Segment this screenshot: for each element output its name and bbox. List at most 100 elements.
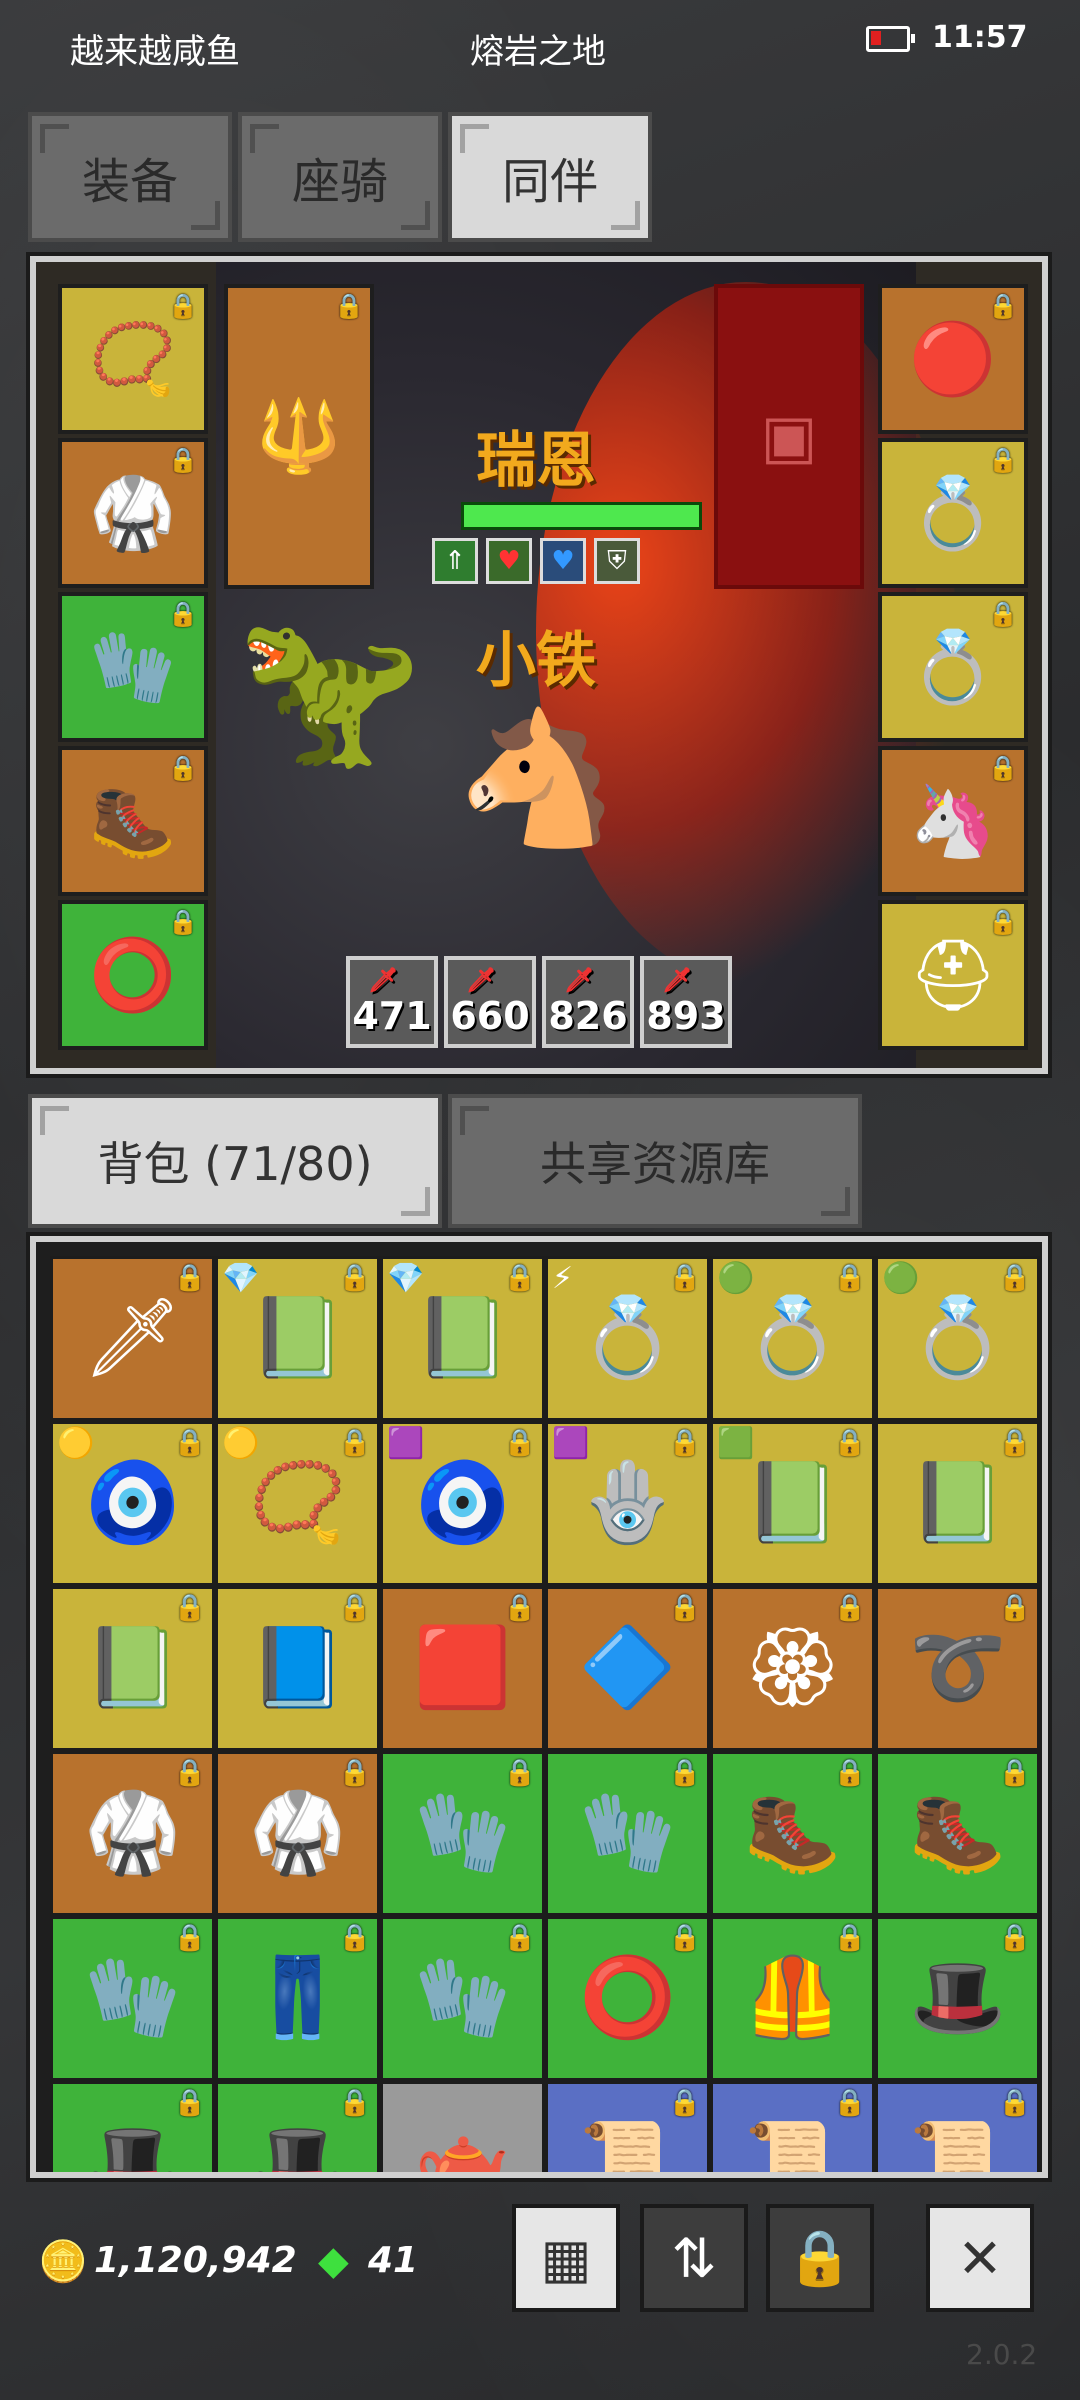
inventory-slot[interactable]: 🧤 🔒 xyxy=(50,1916,215,2081)
hero-sprite: 🦖 xyxy=(236,603,423,777)
equip-slot-ring-2[interactable]: 💍 🔒 xyxy=(878,592,1028,742)
inventory-slot[interactable]: 🏵 🔒 xyxy=(710,1586,875,1751)
tab-equipment[interactable]: 装备 xyxy=(28,112,232,242)
tab-label: 背包 (71/80) xyxy=(97,1137,373,1191)
equip-slot-ring-1[interactable]: 💍 🔒 xyxy=(878,438,1028,588)
blue-gem-necklace-icon: 🔷 xyxy=(578,1623,677,1713)
inventory-slot[interactable]: 🧤 🔒 xyxy=(380,1916,545,2081)
clock: 11:57 xyxy=(932,20,1028,55)
lightning-gem-icon: ⚡ xyxy=(552,1261,574,1296)
inventory-slot[interactable]: 🟥 🔒 xyxy=(380,1586,545,1751)
inventory-slot[interactable]: ➰ 🔒 xyxy=(875,1586,1040,1751)
inventory-slot[interactable]: 📘 🔒 xyxy=(215,1586,380,1751)
inventory-slot[interactable]: ⭕ 🔒 xyxy=(545,1916,710,2081)
equip-slot-necklace[interactable]: 📿 🔒 xyxy=(58,284,208,434)
trident-icon: 🔱 xyxy=(255,395,343,477)
inventory-slot[interactable]: 🎩 🔒 xyxy=(875,1916,1040,2081)
equip-slot-helmet[interactable]: ⛑ 🔒 xyxy=(878,900,1028,1050)
grid-view-button[interactable]: ▦ xyxy=(512,2204,620,2312)
lock-icon: 🔒 xyxy=(833,1758,866,1788)
inventory-slot[interactable]: 📜 🔒 xyxy=(545,2081,710,2172)
lock-icon: 🔒 xyxy=(173,1263,206,1293)
hero-name: 瑞恩 xyxy=(476,426,596,496)
greaves-icon: 👖 xyxy=(248,1953,347,2043)
inventory-slot[interactable]: 📜 🔒 xyxy=(710,2081,875,2172)
tab-label: 同伴 xyxy=(501,154,598,210)
stat-box: 🗡 826 xyxy=(542,956,634,1048)
lock-icon: 🔒 xyxy=(168,600,198,628)
buff-shield-icon: ⛨ xyxy=(594,538,640,584)
inventory-slot[interactable]: 🟪 🧿 🔒 xyxy=(380,1421,545,1586)
scroll-gem-icon: 🟪 xyxy=(387,1426,425,1461)
inventory-slot[interactable]: 🧤 🔒 xyxy=(380,1751,545,1916)
necklace-icon: 📿 xyxy=(89,317,177,400)
tab-mount[interactable]: 座骑 xyxy=(238,112,442,242)
inventory-slot[interactable]: 🟩 📗 🔒 xyxy=(710,1421,875,1586)
sort-button[interactable]: ⇅ xyxy=(640,2204,748,2312)
equipment-panel: 📿 🔒 🥋 🔒 🧤 🔒 🥾 🔒 ⭕ 🔒 🔱 🔒 ▣ 🔴 🔒 💍 🔒 💍 🔒 🦄 🔒 ⛑ 🔒 瑞恩 ⇑ … xyxy=(26,252,1052,1078)
inventory-slot[interactable]: 🦺 🔒 xyxy=(710,1916,875,2081)
inventory-slot[interactable]: 🎩 🔒 xyxy=(215,2081,380,2172)
belt-icon: ⭕ xyxy=(578,1953,677,2043)
inventory-slot[interactable]: 🥋 🔒 xyxy=(215,1751,380,1916)
tab-shared-storage[interactable]: 共享资源库 xyxy=(448,1094,862,1228)
lock-icon: 🔒 xyxy=(338,1923,371,1953)
hp-bar xyxy=(461,502,702,530)
lock-icon: 🔒 xyxy=(173,1428,206,1458)
lock-icon: 🔒 xyxy=(988,600,1018,628)
amulet-icon: 🧿 xyxy=(413,1458,512,1548)
inventory-slot[interactable]: 👖 🔒 xyxy=(215,1916,380,2081)
lock-toggle-button[interactable]: 🔒 xyxy=(766,2204,874,2312)
inventory-slot[interactable]: 📗 🔒 xyxy=(50,1586,215,1751)
inventory-slot[interactable]: ⚡ 💍 🔒 xyxy=(545,1256,710,1421)
inventory-slot[interactable]: 🧤 🔒 xyxy=(545,1751,710,1916)
equip-slot-belt[interactable]: ⭕ 🔒 xyxy=(58,900,208,1050)
helmet-icon: ⛑ xyxy=(908,933,998,1016)
inventory-slot[interactable]: 🟡 📿 🔒 xyxy=(215,1421,380,1586)
inventory-slot[interactable]: 🥾 🔒 xyxy=(710,1751,875,1916)
equip-slot-pet[interactable]: 🦄 🔒 xyxy=(878,746,1028,896)
teapot-icon: 🫖 xyxy=(413,2118,512,2178)
inventory-slot[interactable]: 🥾 🔒 xyxy=(875,1751,1040,1916)
inventory-slot[interactable]: 💎 📗 🔒 xyxy=(215,1256,380,1421)
tab-companion[interactable]: 同伴 xyxy=(448,112,652,242)
spellbook-icon: 📗 xyxy=(83,1623,182,1713)
version-label: 2.0.2 xyxy=(966,2338,1038,2371)
lock-icon: 🔒 xyxy=(988,908,1018,936)
inventory-slot[interactable]: 🟡 🧿 🔒 xyxy=(50,1421,215,1586)
equip-slot-armor[interactable]: 🥋 🔒 xyxy=(58,438,208,588)
shield-placeholder-icon: ▣ xyxy=(760,401,818,472)
glove-icon: 🧤 xyxy=(413,1788,512,1878)
lock-icon: 🔒 xyxy=(998,1758,1031,1788)
close-button[interactable]: ✕ xyxy=(926,2204,1034,2312)
weapon-stat-icon: 🗡 xyxy=(368,966,399,994)
inventory-slot[interactable]: 🗡 🔒 xyxy=(50,1256,215,1421)
tab-backpack[interactable]: 背包 (71/80) xyxy=(28,1094,442,1228)
inventory-slot[interactable]: 🥋 🔒 xyxy=(50,1751,215,1916)
unicorn-icon: 🦄 xyxy=(909,779,997,862)
boots-icon: 🥾 xyxy=(743,1788,842,1878)
inventory-slot[interactable]: 🫖 xyxy=(380,2081,545,2178)
inventory-slot[interactable]: 🟢 💍 🔒 xyxy=(710,1256,875,1421)
inventory-slot[interactable]: 💎 📗 🔒 xyxy=(380,1256,545,1421)
lock-icon: 🔒 xyxy=(338,1593,371,1623)
gold-belt-icon: ➰ xyxy=(908,1623,1007,1713)
lock-icon: 🔒 xyxy=(833,1428,866,1458)
equip-slot-gloves[interactable]: 🧤 🔒 xyxy=(58,592,208,742)
inventory-panel: 🗡 🔒 💎 📗 🔒 💎 📗 🔒 ⚡ 💍 🔒 🟢 💍 🔒 🟢 💍 🔒 🟡 🧿 🔒 🟡 📿 🔒 🟪 🧿 🔒 🟪 🪬 🔒 🟩… xyxy=(26,1232,1052,2182)
hat-icon: 🎩 xyxy=(908,1953,1007,2043)
ring-icon: 💍 xyxy=(909,625,997,708)
inventory-slot[interactable]: 🟢 💍 🔒 xyxy=(875,1256,1040,1421)
equip-slot-boots[interactable]: 🥾 🔒 xyxy=(58,746,208,896)
equip-slot-weapon[interactable]: 🔱 🔒 xyxy=(224,284,374,589)
equip-slot-amulet[interactable]: 🔴 🔒 xyxy=(878,284,1028,434)
inventory-slot[interactable]: 🎩 🔒 xyxy=(50,2081,215,2172)
inventory-slot[interactable]: 🔷 🔒 xyxy=(545,1586,710,1751)
inventory-slot[interactable]: 📗 🔒 xyxy=(875,1421,1040,1586)
equip-slot-offhand-empty[interactable]: ▣ xyxy=(714,284,864,589)
inventory-slot[interactable]: 📜 🔒 xyxy=(875,2081,1040,2172)
lock-icon: 🔒 xyxy=(668,1263,701,1293)
diamond-gem-icon: 💎 xyxy=(222,1261,260,1296)
lock-icon: 🔒 xyxy=(988,754,1018,782)
inventory-slot[interactable]: 🟪 🪬 🔒 xyxy=(545,1421,710,1586)
